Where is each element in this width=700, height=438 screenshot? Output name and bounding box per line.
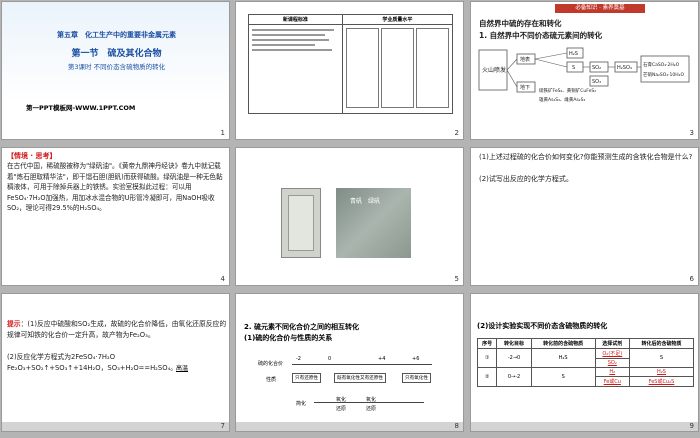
reaction-condition: 高温 [176, 365, 189, 372]
svg-text:H₂SO₄: H₂SO₄ [617, 65, 632, 71]
svg-text:芒硝Na₂SO₄·10H₂O: 芒硝Na₂SO₄·10H₂O [643, 71, 684, 78]
template-watermark: 第一PPT模板网-WWW.1PPT.COM [26, 104, 136, 112]
arrow-label: 还原 [366, 406, 377, 412]
property-label: 性质 [266, 377, 277, 383]
table-header: 学业质量水平 [341, 14, 454, 25]
property-box: 只有还原性 [292, 373, 321, 383]
context-body: 在古代中国，稀硫酸被称为"绿矾油"。《黄帝九鼎神丹经诀》卷九中就记载着"炼石胆取… [7, 162, 223, 212]
answer-1: ：(1)反应中硫酸和SO₂生成，故硫的化合价降低，由氧化还原反应的规律可知铁的化… [7, 320, 227, 339]
subheading: (1)硫的化合价与性质的关系 [244, 334, 333, 342]
table-cell: H₂ [594, 367, 630, 377]
slide-number: 9 [689, 422, 694, 430]
table-header: 转化前的含硫物质 [530, 338, 596, 349]
table-cell: 0→-2 [496, 367, 532, 387]
mineral-photo: 青矾 绿矾 [336, 188, 411, 258]
table-cell [248, 24, 343, 114]
footer-bar [236, 422, 463, 431]
table-cell: S [530, 367, 596, 387]
table-cell: H₂S [530, 348, 596, 368]
table-cell: O₂(不足) [594, 348, 630, 359]
question-1: (1)上述过程硫的化合价如何变化?你能预测生成的含铁化合物是什么? [479, 153, 693, 161]
lesson-title: 第3课时 不同价态含硫物质的转化 [67, 63, 166, 71]
footer-bar [2, 422, 229, 431]
svg-text:H₂S: H₂S [569, 51, 578, 57]
slide-number: 3 [689, 129, 694, 137]
section-title: 第一节 硫及其化合物 [71, 49, 162, 59]
table-cell: ② [476, 367, 498, 387]
slide-number: 2 [454, 129, 459, 137]
node-volcano: 火山喷发 [482, 66, 506, 74]
chapter-title: 第五章 化工生产中的重要非金属元素 [57, 31, 176, 39]
slide-number: 6 [689, 275, 694, 283]
valence-tick: +4 [378, 356, 386, 362]
note-label: 简化 [296, 401, 307, 407]
sulfur-cycle-diagram: 火山喷发 地表 地下 H₂S S SO₂ SO₃ H₂SO₄ 石膏CaSO₄·2… [478, 47, 690, 103]
slide-thumbnail-4[interactable]: 【情境 · 思考】 在古代中国，稀硫酸被称为"绿矾油"。《黄帝九鼎神丹经诀》卷九… [1, 147, 230, 286]
slide-number: 7 [220, 422, 225, 430]
svg-text:硫铁矿FeS₂、黄铜矿CuFeS₂: 硫铁矿FeS₂、黄铜矿CuFeS₂ [539, 87, 596, 94]
svg-text:雄黄As₄S₄、雌黄As₂S₃: 雄黄As₄S₄、雌黄As₂S₃ [539, 96, 585, 103]
answer-2: (2)反应化学方程式为2FeSO₄·7H₂O Fe₂O₃+SO₂↑+SO₃↑+1… [7, 353, 178, 372]
table-cell: -2→0 [496, 348, 532, 368]
table-cell: FeS或Cu₂S [628, 376, 695, 387]
property-box: 只有氧化性 [402, 373, 431, 383]
reaction-arrow [314, 402, 424, 403]
table-cell: ① [476, 348, 498, 368]
slide-thumbnail-7[interactable]: 提示：(1)反应中硫酸和SO₂生成，故硫的化合价降低，由氧化还原反应的规律可知铁… [1, 293, 230, 432]
standards-table: 新课程标准 学业质量水平 [248, 14, 454, 114]
slide-number: 1 [220, 129, 225, 137]
slide-thumbnail-5[interactable]: 青矾 绿矾 5 [235, 147, 464, 286]
svg-text:地下: 地下 [520, 84, 530, 91]
table-header: 序号 [476, 338, 498, 349]
table-cell: S [628, 348, 695, 368]
svg-text:S: S [572, 65, 575, 71]
heading: 2. 硫元素不同化合价之间的相互转化 [244, 323, 359, 331]
ancient-book-image [281, 188, 321, 258]
valence-axis [292, 364, 432, 365]
slide-number: 8 [454, 422, 459, 430]
subheading: 1. 自然界中不同价态硫元素间的转化 [479, 31, 603, 40]
hint-label: 提示 [7, 320, 21, 328]
svg-text:SO₂: SO₂ [592, 65, 601, 71]
valence-tick: 0 [328, 356, 332, 362]
context-tag: 【情境 · 思考】 [7, 152, 57, 160]
svg-text:SO₃: SO₃ [592, 79, 601, 85]
property-box: 既有氧化性又有还原性 [334, 373, 386, 383]
footer-bar [471, 422, 698, 431]
question-2: (2)试写出反应的化学方程式。 [479, 175, 573, 183]
slide-thumbnail-8[interactable]: 2. 硫元素不同化合价之间的相互转化 (1)硫的化合价与性质的关系 硫的化合价 … [235, 293, 464, 432]
arrow-label: 还原 [336, 406, 347, 412]
photo-caption: 青矾 绿矾 [350, 198, 381, 205]
conversion-table: 序号 转化目标 转化前的含硫物质 选择试剂 转化后的含硫物质 ① -2→0 H₂… [476, 338, 695, 387]
svg-text:地表: 地表 [520, 56, 530, 63]
table-cell [341, 24, 454, 114]
table-header: 选择试剂 [594, 338, 630, 349]
slide-thumbnail-2[interactable]: 新课程标准 学业质量水平 2 [235, 1, 464, 140]
valence-label: 硫的化合价 [258, 361, 284, 367]
slide-thumbnail-3[interactable]: 必备知识 · 素养奠基 自然界中硫的存在和转化 1. 自然界中不同价态硫元素间的… [470, 1, 699, 140]
valence-tick: -2 [296, 356, 301, 362]
answer-block: 提示：(1)反应中硫酸和SO₂生成，故硫的化合价降低，由氧化还原反应的规律可知铁… [7, 319, 227, 341]
slide-number: 4 [220, 275, 225, 283]
heading: (2)设计实验实现不同价态含硫物质的转化 [477, 322, 608, 330]
table-header: 转化目标 [496, 338, 532, 349]
valence-tick: +6 [412, 356, 420, 362]
slide-number: 5 [454, 275, 459, 283]
table-cell: Fe或Cu [594, 376, 630, 387]
table-cell: SO₂ [594, 358, 630, 368]
table-header: 转化后的含硫物质 [628, 338, 695, 349]
section-badge: 必备知识 · 素养奠基 [555, 4, 645, 13]
slide-thumbnail-1[interactable]: 第五章 化工生产中的重要非金属元素 第一节 硫及其化合物 第3课时 不同价态含硫… [1, 1, 230, 140]
slide-thumbnail-6[interactable]: (1)上述过程硫的化合价如何变化?你能预测生成的含铁化合物是什么? (2)试写出… [470, 147, 699, 286]
heading: 自然界中硫的存在和转化 [479, 19, 562, 28]
svg-text:石膏CaSO₄·2H₂O: 石膏CaSO₄·2H₂O [643, 61, 680, 68]
table-header: 新课程标准 [248, 14, 343, 25]
table-cell: H₂S [628, 367, 695, 377]
slide-thumbnail-9[interactable]: (2)设计实验实现不同价态含硫物质的转化 序号 转化目标 转化前的含硫物质 选择… [470, 293, 699, 432]
